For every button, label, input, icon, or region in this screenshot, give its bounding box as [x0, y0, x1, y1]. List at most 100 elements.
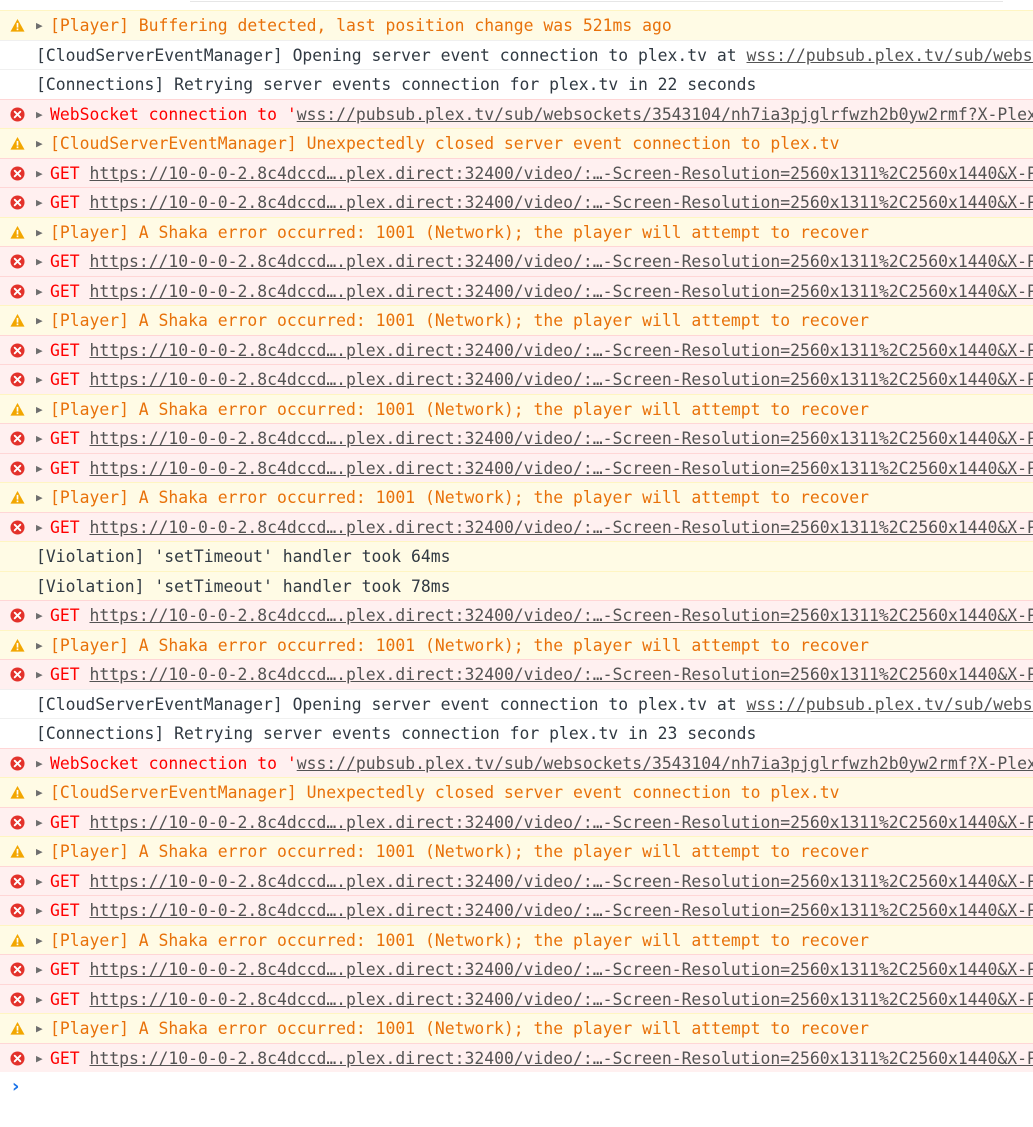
message-text: [Player] A Shaka error occurred: 1001 (N…	[50, 483, 869, 512]
console-message-warning[interactable]: ▶ [Player] A Shaka error occurred: 1001 (…	[0, 1013, 1033, 1043]
expand-triangle-icon[interactable]: ▶	[36, 395, 48, 424]
message-url-link[interactable]: https://10-0-0-2.8c4dccd….plex.direct:32…	[89, 459, 1033, 478]
message-url-link[interactable]: https://10-0-0-2.8c4dccd….plex.direct:32…	[89, 429, 1033, 448]
console-message-error[interactable]: ▶ GET https://10-0-0-2.8c4dccd….plex.dire…	[0, 1042, 1033, 1073]
console-message-warning[interactable]: ▶ [Player] A Shaka error occurred: 1001 (…	[0, 629, 1033, 660]
warning-icon	[10, 313, 25, 328]
message-url-link[interactable]: https://10-0-0-2.8c4dccd….plex.direct:32…	[89, 282, 1033, 301]
message-text: [CloudServerEventManager] Unexpectedly c…	[50, 778, 839, 807]
message-url-link[interactable]: https://10-0-0-2.8c4dccd….plex.direct:32…	[89, 1049, 1033, 1068]
warning-icon	[10, 136, 25, 151]
expand-triangle-icon[interactable]: ▶	[36, 867, 48, 896]
console-message-warning[interactable]: ▶ [Player] A Shaka error occurred: 1001 (…	[0, 482, 1033, 512]
expand-triangle-icon[interactable]: ▶	[36, 336, 48, 365]
expand-triangle-icon[interactable]: ▶	[36, 424, 48, 453]
expand-triangle-icon[interactable]: ▶	[36, 277, 48, 306]
console-message-error[interactable]: ▶ GET https://10-0-0-2.8c4dccd….plex.dire…	[0, 806, 1033, 837]
console-message-error[interactable]: ▶ GET https://10-0-0-2.8c4dccd….plex.dire…	[0, 246, 1033, 276]
console-message-error[interactable]: ▶ GET https://10-0-0-2.8c4dccd….plex.dire…	[0, 334, 1033, 365]
expand-triangle-icon[interactable]: ▶	[36, 660, 48, 689]
expand-triangle-icon[interactable]: ▶	[36, 365, 48, 394]
message-url-link[interactable]: https://10-0-0-2.8c4dccd….plex.direct:32…	[89, 341, 1033, 360]
expand-triangle-icon[interactable]: ▶	[36, 896, 48, 925]
expand-triangle-icon[interactable]: ▶	[36, 808, 48, 837]
message-url-link[interactable]: https://10-0-0-2.8c4dccd….plex.direct:32…	[89, 901, 1033, 920]
console-message-error[interactable]: ▶ GET https://10-0-0-2.8c4dccd….plex.dire…	[0, 983, 1033, 1014]
expand-triangle-icon[interactable]: ▶	[36, 159, 48, 188]
console-message-warning[interactable]: ▶ [Player] A Shaka error occurred: 1001 (…	[0, 305, 1033, 335]
message-url-link[interactable]: https://10-0-0-2.8c4dccd….plex.direct:32…	[89, 665, 1033, 684]
message-text: GET https://10-0-0-2.8c4dccd….plex.direc…	[50, 955, 1033, 984]
message-url-link[interactable]: https://10-0-0-2.8c4dccd….plex.direct:32…	[89, 518, 1033, 537]
console-message-error[interactable]: ▶ GET https://10-0-0-2.8c4dccd….plex.dire…	[0, 895, 1033, 925]
expand-triangle-icon[interactable]: ▶	[36, 188, 48, 217]
expand-triangle-icon[interactable]: ▶	[36, 129, 48, 158]
console-message-error[interactable]: ▶ WebSocket connection to 'wss://pubsub.p…	[0, 747, 1033, 778]
console-message-error[interactable]: ▶ GET https://10-0-0-2.8c4dccd….plex.dire…	[0, 511, 1033, 542]
expand-triangle-icon[interactable]: ▶	[36, 218, 48, 247]
message-body: GET	[50, 1048, 90, 1068]
message-text: [Player] Buffering detected, last positi…	[50, 11, 672, 40]
expand-triangle-icon[interactable]: ▶	[36, 926, 48, 955]
message-text: GET https://10-0-0-2.8c4dccd….plex.direc…	[50, 896, 1033, 925]
console-message-warning[interactable]: ▶ [Player] Buffering detected, last posit…	[0, 10, 1033, 40]
message-text: [Player] A Shaka error occurred: 1001 (N…	[50, 218, 869, 247]
message-url-link[interactable]: https://10-0-0-2.8c4dccd….plex.direct:32…	[89, 252, 1033, 271]
expand-triangle-icon[interactable]: ▶	[36, 11, 48, 40]
console-message-warning[interactable]: ▶ [CloudServerEventManager] Unexpectedly …	[0, 777, 1033, 807]
message-url-link[interactable]: wss://pubsub.plex.tv/sub/websockets/3543…	[297, 754, 1033, 773]
warning-icon	[10, 785, 25, 800]
console-message-warning[interactable]: ▶ [Player] A Shaka error occurred: 1001 (…	[0, 393, 1033, 424]
console-message-error[interactable]: ▶ GET https://10-0-0-2.8c4dccd….plex.dire…	[0, 157, 1033, 188]
expand-triangle-icon[interactable]: ▶	[36, 513, 48, 542]
expand-triangle-icon[interactable]: ▶	[36, 601, 48, 630]
expand-triangle-icon[interactable]: ▶	[36, 1044, 48, 1073]
warning-icon	[10, 402, 25, 417]
message-body: [Player] A Shaka error occurred: 1001 (N…	[50, 1019, 870, 1038]
expand-triangle-icon[interactable]: ▶	[36, 454, 48, 483]
expand-triangle-icon[interactable]: ▶	[36, 1014, 48, 1043]
message-url-link[interactable]: https://10-0-0-2.8c4dccd….plex.direct:32…	[89, 960, 1033, 979]
console-message-warning[interactable]: ▶ [Player] A Shaka error occurred: 1001 (…	[0, 924, 1033, 955]
console-message-warning[interactable]: ▶ [Player] A Shaka error occurred: 1001 (…	[0, 216, 1033, 247]
console-message-error[interactable]: ▶ GET https://10-0-0-2.8c4dccd….plex.dire…	[0, 600, 1033, 630]
warning-icon	[10, 933, 25, 948]
message-url-link[interactable]: https://10-0-0-2.8c4dccd….plex.direct:32…	[89, 370, 1033, 389]
message-url-link[interactable]: https://10-0-0-2.8c4dccd….plex.direct:32…	[89, 872, 1033, 891]
expand-triangle-icon[interactable]: ▶	[36, 778, 48, 807]
message-url-link[interactable]: https://10-0-0-2.8c4dccd….plex.direct:32…	[89, 606, 1033, 625]
message-url-link[interactable]: https://10-0-0-2.8c4dccd….plex.direct:32…	[89, 813, 1033, 832]
console-message-error[interactable]: ▶ GET https://10-0-0-2.8c4dccd….plex.dire…	[0, 452, 1033, 483]
expand-triangle-icon[interactable]: ▶	[36, 631, 48, 660]
console-message-warning[interactable]: ▶ [CloudServerEventManager] Unexpectedly …	[0, 128, 1033, 158]
message-text: GET https://10-0-0-2.8c4dccd….plex.direc…	[50, 601, 1033, 630]
expand-triangle-icon[interactable]: ▶	[36, 100, 48, 129]
console-message-error[interactable]: ▶ GET https://10-0-0-2.8c4dccd….plex.dire…	[0, 423, 1033, 453]
expand-triangle-icon[interactable]: ▶	[36, 306, 48, 335]
expand-triangle-icon[interactable]: ▶	[36, 749, 48, 778]
console-message-error[interactable]: ▶ GET https://10-0-0-2.8c4dccd….plex.dire…	[0, 865, 1033, 896]
expand-triangle-icon[interactable]: ▶	[36, 985, 48, 1014]
message-url-link[interactable]: wss://pubsub.plex.tv/sub/websockets/3543…	[747, 46, 1033, 65]
console-message-error[interactable]: ▶ GET https://10-0-0-2.8c4dccd….plex.dire…	[0, 364, 1033, 394]
expand-triangle-icon[interactable]: ▶	[36, 483, 48, 512]
expand-triangle-icon[interactable]: ▶	[36, 837, 48, 866]
message-url-link[interactable]: https://10-0-0-2.8c4dccd….plex.direct:32…	[89, 164, 1033, 183]
error-icon	[10, 195, 25, 210]
console-message-error[interactable]: ▶ WebSocket connection to 'wss://pubsub.p…	[0, 98, 1033, 129]
expand-triangle-icon[interactable]: ▶	[36, 247, 48, 276]
message-url-link[interactable]: wss://pubsub.plex.tv/sub/websockets/3543…	[297, 105, 1033, 124]
warning-icon	[10, 225, 25, 240]
message-text: GET https://10-0-0-2.8c4dccd….plex.direc…	[50, 277, 1033, 306]
expand-triangle-icon[interactable]: ▶	[36, 955, 48, 984]
console-message-error[interactable]: ▶ GET https://10-0-0-2.8c4dccd….plex.dire…	[0, 275, 1033, 306]
console-message-warning[interactable]: ▶ [Player] A Shaka error occurred: 1001 (…	[0, 836, 1033, 866]
message-url-link[interactable]: wss://pubsub.plex.tv/sub/websockets/3543…	[747, 695, 1033, 714]
message-url-link[interactable]: https://10-0-0-2.8c4dccd….plex.direct:32…	[89, 193, 1033, 212]
message-body: GET	[50, 989, 90, 1009]
console-message-error[interactable]: ▶ GET https://10-0-0-2.8c4dccd….plex.dire…	[0, 187, 1033, 217]
console-message-error[interactable]: ▶ GET https://10-0-0-2.8c4dccd….plex.dire…	[0, 659, 1033, 689]
message-url-link[interactable]: https://10-0-0-2.8c4dccd….plex.direct:32…	[89, 990, 1033, 1009]
console-message-error[interactable]: ▶ GET https://10-0-0-2.8c4dccd….plex.dire…	[0, 954, 1033, 984]
console-prompt-icon[interactable]: ›	[12, 1076, 19, 1097]
